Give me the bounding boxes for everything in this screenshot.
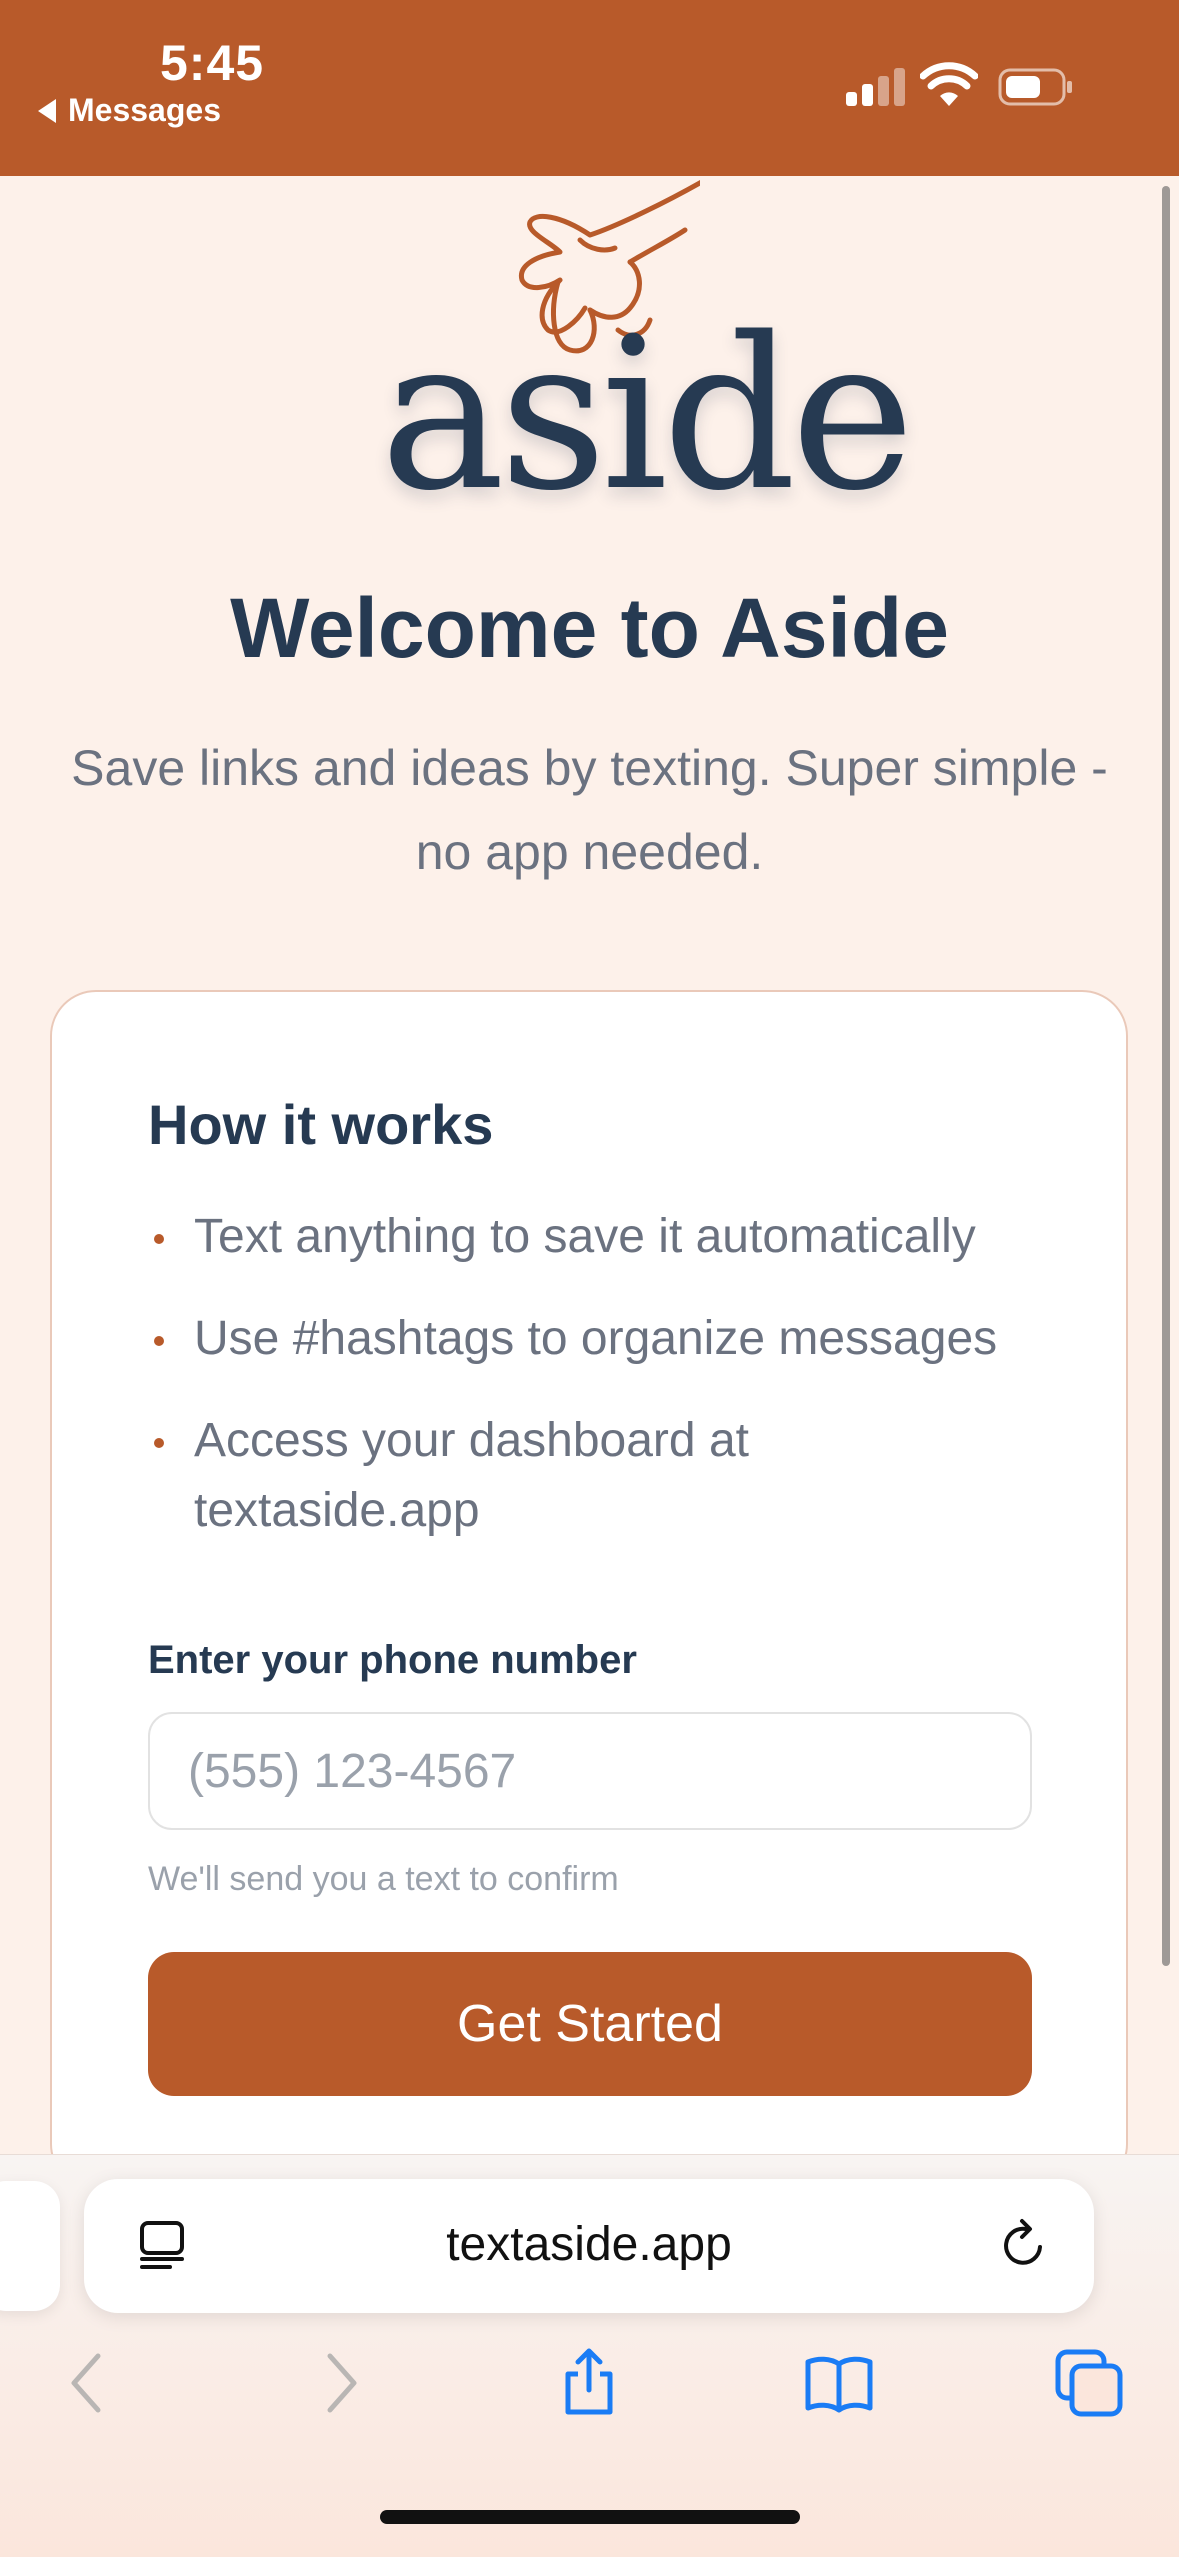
- scrollbar[interactable]: [1162, 186, 1170, 1966]
- battery-icon: [998, 68, 1072, 106]
- previous-tab-peek[interactable]: [0, 2181, 60, 2311]
- wifi-icon: [920, 62, 978, 106]
- tabs-icon[interactable]: [1054, 2348, 1124, 2418]
- forward-icon[interactable]: [306, 2348, 376, 2418]
- phone-field-label: Enter your phone number: [148, 1638, 637, 1682]
- list-item: Use #hashtags to organize messages: [148, 1304, 1048, 1374]
- phone-input[interactable]: [148, 1712, 1032, 1830]
- status-time: 5:45: [160, 35, 265, 91]
- phone-helper-text: We'll send you a text to confirm: [148, 1860, 619, 1898]
- bullet-icon: [154, 1336, 164, 1346]
- cellular-signal-icon: [846, 66, 906, 106]
- reload-icon[interactable]: [996, 2217, 1052, 2273]
- aside-logo: aside: [380, 170, 915, 537]
- step-text: Use #hashtags to organize messages: [194, 1312, 998, 1365]
- address-bar[interactable]: textaside.app: [84, 2179, 1094, 2313]
- bookmarks-icon[interactable]: [804, 2348, 874, 2418]
- wordmark: aside: [380, 292, 915, 537]
- share-icon[interactable]: [554, 2348, 624, 2418]
- home-indicator[interactable]: [380, 2510, 800, 2524]
- page-subtitle: Save links and ideas by texting. Super s…: [71, 740, 1108, 880]
- page-title: Welcome to Aside: [230, 581, 949, 675]
- step-text: Text anything to save it automatically: [194, 1210, 976, 1263]
- back-arrow-icon: [38, 98, 56, 123]
- bullet-icon: [154, 1438, 164, 1448]
- status-bar: 5:45 Messages: [0, 0, 1179, 176]
- list-item: Text anything to save it automatically: [148, 1202, 1048, 1272]
- how-it-works-list: Text anything to save it automatically U…: [148, 1202, 1048, 1578]
- how-it-works-title: How it works: [148, 1093, 494, 1156]
- back-to-messages-link[interactable]: Messages: [38, 92, 221, 129]
- step-text: Access your dashboard at textaside.app: [194, 1414, 749, 1537]
- back-icon[interactable]: [52, 2348, 122, 2418]
- get-started-button[interactable]: Get Started: [148, 1952, 1032, 2096]
- list-item: Access your dashboard at textaside.app: [148, 1406, 834, 1546]
- url-text: textaside.app: [446, 2218, 732, 2271]
- signup-card: How it works Text anything to save it au…: [50, 990, 1128, 2190]
- bullet-icon: [154, 1234, 164, 1244]
- back-label: Messages: [68, 92, 221, 128]
